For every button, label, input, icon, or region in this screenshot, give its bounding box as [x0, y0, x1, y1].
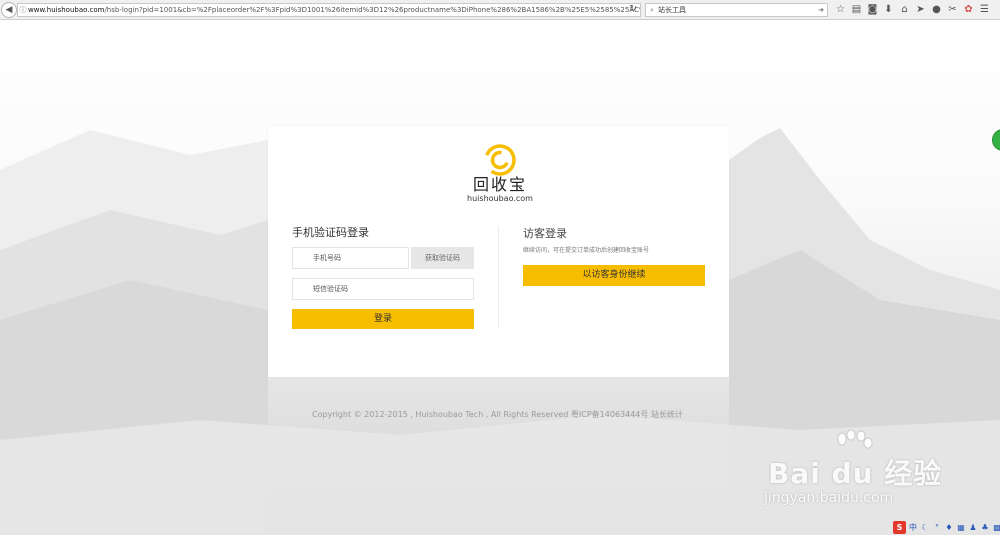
continue-as-guest-button[interactable]: 以访客身份继续 — [523, 265, 705, 286]
login-card: 回收宝 huishoubao.com 手机验证码登录 手机号码 获取验证码 短信… — [268, 126, 729, 377]
divider — [498, 226, 499, 329]
ime-logo-icon[interactable]: S — [893, 521, 906, 534]
chat-icon[interactable]: ● — [930, 3, 943, 16]
screenshot-icon[interactable]: ✂ — [946, 3, 959, 16]
phone-number-input[interactable]: 手机号码 — [292, 247, 409, 269]
ime-toolbar: S 中 ☾ ° ♦ ▦ ♟ ♣ ▩ — [893, 521, 1000, 534]
url-host: www.huishoubao.com — [28, 6, 105, 14]
brand-logo[interactable]: 回收宝 huishoubao.com — [465, 144, 535, 206]
send-icon[interactable]: ➤ — [914, 3, 927, 16]
huishoubao-logo-icon — [484, 144, 516, 176]
info-icon[interactable]: ⓘ — [18, 4, 28, 16]
url-bar[interactable]: ⓘ www.huishoubao.com/hsb-login?pid=1001&c… — [17, 3, 641, 17]
menu-icon[interactable]: ☰ — [978, 3, 991, 16]
back-icon[interactable]: ◀ — [1, 2, 17, 18]
bookmark-star-icon[interactable]: ☆ — [834, 3, 847, 16]
ime-grid-icon[interactable]: ▩ — [992, 521, 1000, 534]
watermark-main-text: Bai du 经验 — [768, 457, 943, 490]
copyright-text: Copyright © 2012-2015 , Huishoubao Tech … — [312, 410, 683, 419]
logo-name-en: huishoubao.com — [467, 194, 533, 203]
home-icon[interactable]: ⌂ — [898, 3, 911, 16]
browser-toolbar: ◀ ⓘ www.huishoubao.com/hsb-login?pid=1001… — [0, 0, 1000, 20]
download-icon[interactable]: ⬇ — [882, 3, 895, 16]
search-bar[interactable]: ⌕ 站长工具 ➔ — [645, 3, 828, 17]
search-text: 站长工具 — [658, 6, 686, 14]
sms-code-input[interactable]: 短信验证码 — [292, 278, 474, 300]
ime-user-icon[interactable]: ♟ — [968, 521, 978, 534]
pocket-icon[interactable]: ◙ — [866, 3, 879, 16]
ime-mic-icon[interactable]: ♦ — [944, 521, 954, 534]
reload-icon[interactable]: ↻ — [627, 3, 639, 15]
ime-punct-icon[interactable]: ° — [932, 521, 942, 534]
sms-login-title: 手机验证码登录 — [292, 226, 369, 239]
guest-login-title: 访客登录 — [523, 227, 567, 240]
addon-icon[interactable]: ✿ — [962, 3, 975, 16]
baidu-watermark: Bai du 经验 jingyan.baidu.com — [760, 430, 950, 510]
url-path: /hsb-login?pid=1001&cb=%2Fplaceorder%2F%… — [104, 6, 640, 14]
guest-login-description: 继续访问，可在提交订单成功后创建回收宝账号 — [523, 247, 650, 254]
ime-moon-icon[interactable]: ☾ — [920, 521, 930, 534]
watermark-url-text: jingyan.baidu.com — [764, 490, 894, 506]
ime-keyboard-icon[interactable]: ▦ — [956, 521, 966, 534]
logo-name-cn: 回收宝 — [472, 175, 527, 194]
search-icon: ⌕ — [650, 6, 654, 14]
ime-mode-toggle[interactable]: 中 — [908, 521, 918, 534]
search-go-icon[interactable]: ➔ — [818, 4, 824, 16]
login-button[interactable]: 登录 — [292, 309, 474, 329]
toolbar-icons: ☆ ▤ ◙ ⬇ ⌂ ➤ ● ✂ ✿ ☰ — [834, 3, 991, 17]
clipboard-icon[interactable]: ▤ — [850, 3, 863, 16]
get-code-button[interactable]: 获取验证码 — [411, 247, 474, 269]
ime-shirt-icon[interactable]: ♣ — [980, 521, 990, 534]
